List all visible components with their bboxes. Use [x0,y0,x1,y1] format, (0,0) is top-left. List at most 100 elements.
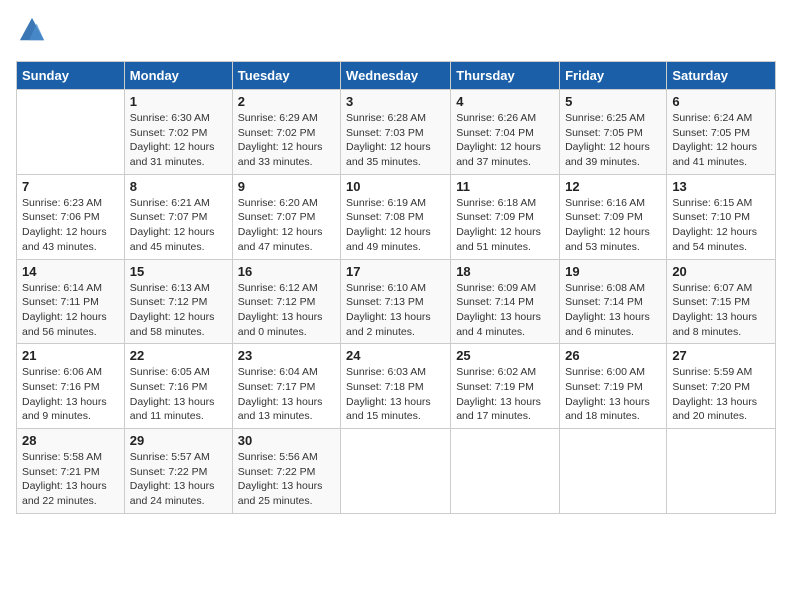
calendar-week-row: 14 Sunrise: 6:14 AM Sunset: 7:11 PM Dayli… [17,259,776,344]
weekday-header-monday: Monday [124,62,232,90]
calendar-cell: 3Sunrise: 6:28 AM Sunset: 7:03 PM Daylig… [341,90,451,175]
day-number: 17 [346,264,445,279]
calendar-cell: 7 Sunrise: 6:23 AM Sunset: 7:06 PM Daylig… [17,174,125,259]
calendar-cell: 5 Sunrise: 6:25 AM Sunset: 7:05 PM Daylig… [560,90,667,175]
calendar-cell: 29 Sunrise: 5:57 AM Sunset: 7:22 PM Dayli… [124,429,232,514]
day-number: 15 [130,264,227,279]
calendar-cell: 4Sunrise: 6:26 AM Sunset: 7:04 PM Daylig… [451,90,560,175]
day-number: 27 [672,348,770,363]
day-info: Sunrise: 6:23 AM Sunset: 7:06 PM Dayligh… [22,196,119,255]
calendar-cell: 19 Sunrise: 6:08 AM Sunset: 7:14 PM Dayli… [560,259,667,344]
calendar-cell [667,429,776,514]
day-info: Sunrise: 6:25 AM Sunset: 7:05 PM Dayligh… [565,111,661,170]
day-number: 6 [672,94,770,109]
day-info: Sunrise: 6:13 AM Sunset: 7:12 PM Dayligh… [130,281,227,340]
day-info: Sunrise: 5:58 AM Sunset: 7:21 PM Dayligh… [22,450,119,509]
calendar-week-row: 21 Sunrise: 6:06 AM Sunset: 7:16 PM Dayli… [17,344,776,429]
day-number: 5 [565,94,661,109]
day-info: Sunrise: 6:21 AM Sunset: 7:07 PM Dayligh… [130,196,227,255]
calendar-cell: 30Sunrise: 5:56 AM Sunset: 7:22 PM Dayli… [232,429,340,514]
day-info: Sunrise: 5:57 AM Sunset: 7:22 PM Dayligh… [130,450,227,509]
calendar-cell: 14 Sunrise: 6:14 AM Sunset: 7:11 PM Dayli… [17,259,125,344]
calendar-cell: 23 Sunrise: 6:04 AM Sunset: 7:17 PM Dayli… [232,344,340,429]
calendar-cell [17,90,125,175]
day-number: 24 [346,348,445,363]
calendar-cell [341,429,451,514]
calendar-cell: 6 Sunrise: 6:24 AM Sunset: 7:05 PM Daylig… [667,90,776,175]
calendar-cell: 25 Sunrise: 6:02 AM Sunset: 7:19 PM Dayli… [451,344,560,429]
day-info: Sunrise: 5:59 AM Sunset: 7:20 PM Dayligh… [672,365,770,424]
day-info: Sunrise: 6:18 AM Sunset: 7:09 PM Dayligh… [456,196,554,255]
weekday-header-friday: Friday [560,62,667,90]
calendar-cell: 24Sunrise: 6:03 AM Sunset: 7:18 PM Dayli… [341,344,451,429]
day-info: Sunrise: 6:15 AM Sunset: 7:10 PM Dayligh… [672,196,770,255]
day-number: 9 [238,179,335,194]
day-info: Sunrise: 6:04 AM Sunset: 7:17 PM Dayligh… [238,365,335,424]
day-info: Sunrise: 6:12 AM Sunset: 7:12 PM Dayligh… [238,281,335,340]
day-info: Sunrise: 6:00 AM Sunset: 7:19 PM Dayligh… [565,365,661,424]
day-info: Sunrise: 6:16 AM Sunset: 7:09 PM Dayligh… [565,196,661,255]
calendar-body: 1Sunrise: 6:30 AM Sunset: 7:02 PM Daylig… [17,90,776,514]
calendar-table: SundayMondayTuesdayWednesdayThursdayFrid… [16,61,776,514]
day-info: Sunrise: 6:24 AM Sunset: 7:05 PM Dayligh… [672,111,770,170]
calendar-cell: 16 Sunrise: 6:12 AM Sunset: 7:12 PM Dayli… [232,259,340,344]
day-number: 29 [130,433,227,448]
calendar-cell: 8Sunrise: 6:21 AM Sunset: 7:07 PM Daylig… [124,174,232,259]
calendar-cell: 11 Sunrise: 6:18 AM Sunset: 7:09 PM Dayli… [451,174,560,259]
day-number: 3 [346,94,445,109]
day-number: 22 [130,348,227,363]
calendar-cell: 18 Sunrise: 6:09 AM Sunset: 7:14 PM Dayli… [451,259,560,344]
day-info: Sunrise: 6:08 AM Sunset: 7:14 PM Dayligh… [565,281,661,340]
calendar-cell: 10 Sunrise: 6:19 AM Sunset: 7:08 PM Dayli… [341,174,451,259]
day-info: Sunrise: 6:14 AM Sunset: 7:11 PM Dayligh… [22,281,119,340]
calendar-cell: 22Sunrise: 6:05 AM Sunset: 7:16 PM Dayli… [124,344,232,429]
day-number: 16 [238,264,335,279]
logo [16,16,50,49]
day-info: Sunrise: 6:06 AM Sunset: 7:16 PM Dayligh… [22,365,119,424]
day-number: 21 [22,348,119,363]
calendar-cell [560,429,667,514]
calendar-cell: 1Sunrise: 6:30 AM Sunset: 7:02 PM Daylig… [124,90,232,175]
day-number: 28 [22,433,119,448]
calendar-cell: 27 Sunrise: 5:59 AM Sunset: 7:20 PM Dayli… [667,344,776,429]
calendar-header: SundayMondayTuesdayWednesdayThursdayFrid… [17,62,776,90]
day-number: 11 [456,179,554,194]
weekday-header-sunday: Sunday [17,62,125,90]
day-number: 23 [238,348,335,363]
day-info: Sunrise: 6:10 AM Sunset: 7:13 PM Dayligh… [346,281,445,340]
day-info: Sunrise: 6:02 AM Sunset: 7:19 PM Dayligh… [456,365,554,424]
day-number: 10 [346,179,445,194]
day-number: 18 [456,264,554,279]
weekday-header-saturday: Saturday [667,62,776,90]
weekday-header-thursday: Thursday [451,62,560,90]
calendar-cell: 12 Sunrise: 6:16 AM Sunset: 7:09 PM Dayli… [560,174,667,259]
day-number: 2 [238,94,335,109]
day-info: Sunrise: 6:26 AM Sunset: 7:04 PM Dayligh… [456,111,554,170]
weekday-header-wednesday: Wednesday [341,62,451,90]
day-number: 20 [672,264,770,279]
day-number: 7 [22,179,119,194]
day-number: 12 [565,179,661,194]
weekday-header-tuesday: Tuesday [232,62,340,90]
calendar-cell: 13Sunrise: 6:15 AM Sunset: 7:10 PM Dayli… [667,174,776,259]
day-number: 19 [565,264,661,279]
day-info: Sunrise: 5:56 AM Sunset: 7:22 PM Dayligh… [238,450,335,509]
day-info: Sunrise: 6:07 AM Sunset: 7:15 PM Dayligh… [672,281,770,340]
day-info: Sunrise: 6:30 AM Sunset: 7:02 PM Dayligh… [130,111,227,170]
calendar-cell: 9 Sunrise: 6:20 AM Sunset: 7:07 PM Daylig… [232,174,340,259]
day-number: 25 [456,348,554,363]
calendar-cell: 15 Sunrise: 6:13 AM Sunset: 7:12 PM Dayli… [124,259,232,344]
day-info: Sunrise: 6:19 AM Sunset: 7:08 PM Dayligh… [346,196,445,255]
day-info: Sunrise: 6:09 AM Sunset: 7:14 PM Dayligh… [456,281,554,340]
day-number: 14 [22,264,119,279]
logo-icon [18,16,46,44]
day-number: 26 [565,348,661,363]
calendar-cell: 21 Sunrise: 6:06 AM Sunset: 7:16 PM Dayli… [17,344,125,429]
day-info: Sunrise: 6:20 AM Sunset: 7:07 PM Dayligh… [238,196,335,255]
calendar-cell: 26 Sunrise: 6:00 AM Sunset: 7:19 PM Dayli… [560,344,667,429]
calendar-cell: 17 Sunrise: 6:10 AM Sunset: 7:13 PM Dayli… [341,259,451,344]
day-info: Sunrise: 6:29 AM Sunset: 7:02 PM Dayligh… [238,111,335,170]
page-header [16,16,776,49]
calendar-week-row: 28 Sunrise: 5:58 AM Sunset: 7:21 PM Dayli… [17,429,776,514]
calendar-cell: 20 Sunrise: 6:07 AM Sunset: 7:15 PM Dayli… [667,259,776,344]
